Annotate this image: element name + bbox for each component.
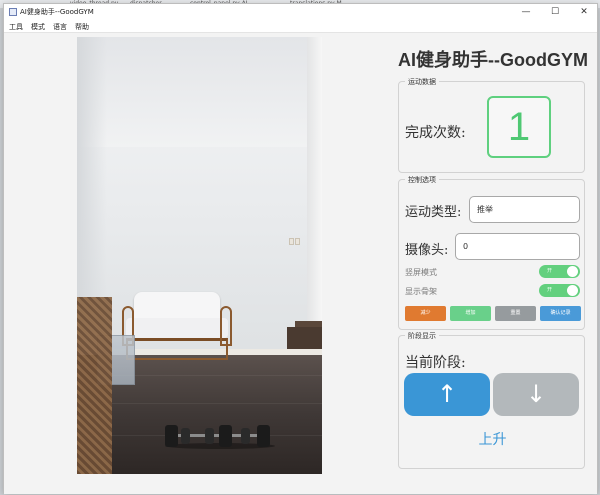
toggle-state-text: 开 [547, 268, 553, 274]
dumbbell-plate [205, 428, 214, 444]
menu-language[interactable]: 语言 [53, 22, 67, 32]
count-action-buttons: 减少 增加 重置 确认记录 [405, 306, 582, 321]
camera-select[interactable]: 0 [455, 233, 580, 260]
toggle-knob [567, 266, 578, 277]
dumbbell-plate [181, 428, 190, 444]
save-record-button[interactable]: 确认记录 [540, 306, 581, 321]
stats-group: 运动数据 完成次数: 1 [398, 77, 585, 173]
controls-group-title: 控制选项 [405, 175, 439, 185]
menu-bar: 工具 模式 语言 帮助 [4, 20, 597, 33]
main-content: AI健身助手--GoodGYM 运动数据 完成次数: 1 控制选项 运动类型: … [4, 34, 597, 494]
count-label: 完成次数: [405, 125, 466, 141]
floor-board-line [77, 403, 322, 404]
dumbbell-plate [241, 428, 250, 444]
app-title: AI健身助手--GoodGYM [398, 50, 588, 70]
dumbbell-plate [219, 425, 232, 447]
wicker-chair [77, 297, 112, 474]
sofa-arm [220, 306, 232, 346]
camera-label: 摄像头: [405, 243, 449, 258]
arrow-up-icon: ↑ [404, 373, 490, 416]
current-stage-text: 上升 [478, 432, 507, 448]
dumbbell-plate [165, 425, 178, 447]
outlet [289, 238, 294, 245]
menu-help[interactable]: 帮助 [75, 22, 89, 32]
sofa [122, 292, 232, 362]
ceiling [77, 37, 322, 147]
close-button[interactable]: ✕ [570, 4, 598, 20]
menu-mode[interactable]: 模式 [31, 22, 45, 32]
increase-button[interactable]: 增加 [450, 306, 491, 321]
stage-group: 阶段显示 当前阶段: ↑ ↓ 上升 [398, 331, 585, 469]
dumbbells [165, 425, 275, 449]
wall-shadow [77, 37, 107, 337]
show-skeleton-label: 显示骨架 [405, 287, 437, 296]
app-window: AI健身助手--GoodGYM — ☐ ✕ 工具 模式 语言 帮助 AI健身助手… [3, 3, 598, 494]
sofa-frame [126, 338, 228, 360]
current-stage-label: 当前阶段: [405, 355, 466, 371]
toggle-knob [567, 285, 578, 296]
rep-count-display: 1 [487, 96, 551, 158]
outlet [295, 238, 300, 245]
dumbbell-plate [257, 425, 270, 447]
toggle-state-text: 开 [547, 287, 553, 293]
reset-button[interactable]: 重置 [495, 306, 536, 321]
minimize-button[interactable]: — [512, 4, 540, 20]
controls-group: 控制选项 运动类型: 推举 摄像头: 0 竖屏模式 开 显示骨架 开 减少 增加… [398, 175, 585, 330]
stats-group-title: 运动数据 [405, 77, 439, 87]
window-title: AI健身助手--GoodGYM [20, 8, 94, 16]
title-bar[interactable]: AI健身助手--GoodGYM — ☐ ✕ [4, 4, 597, 20]
stage-group-title: 阶段显示 [405, 331, 439, 341]
maximize-button[interactable]: ☐ [541, 4, 569, 20]
sofa-seat [126, 318, 228, 338]
app-icon [9, 8, 17, 16]
show-skeleton-toggle[interactable]: 开 [539, 284, 580, 297]
portrait-mode-toggle[interactable]: 开 [539, 265, 580, 278]
menu-tools[interactable]: 工具 [9, 22, 23, 32]
door-frame [307, 37, 322, 362]
camera-feed [77, 37, 322, 474]
arrow-down-icon: ↓ [493, 373, 579, 416]
portrait-mode-label: 竖屏模式 [405, 268, 437, 277]
exercise-type-select[interactable]: 推举 [469, 196, 580, 223]
wall-outlets [289, 230, 307, 245]
exercise-type-label: 运动类型: [405, 205, 462, 220]
decrease-button[interactable]: 减少 [405, 306, 446, 321]
